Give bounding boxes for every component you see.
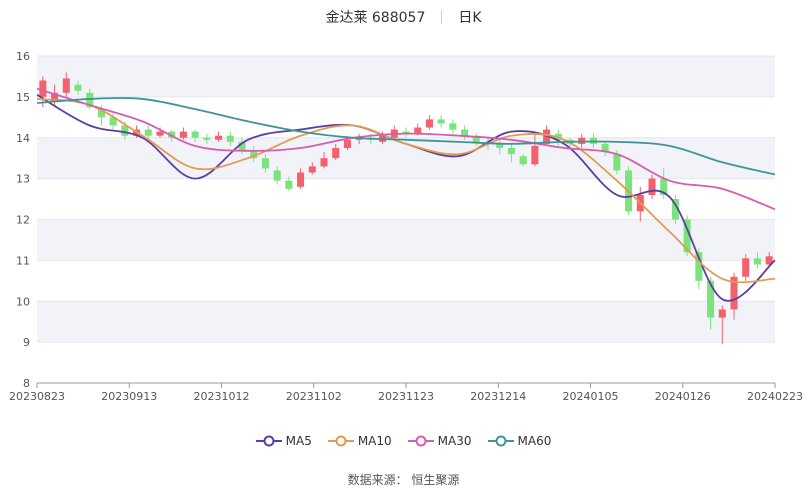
legend-ma10-icon	[327, 435, 354, 447]
candle-body	[332, 147, 340, 159]
candle-body	[308, 166, 316, 173]
x-tick-label: 20230823	[9, 390, 65, 403]
candle-body	[74, 84, 82, 91]
candle-body	[425, 119, 433, 128]
y-tick-label: 15	[16, 91, 30, 104]
y-tick-label: 12	[16, 214, 30, 227]
candle-body	[613, 154, 621, 171]
candle-body	[203, 137, 211, 140]
candle-body	[226, 135, 234, 142]
x-tick-label: 20230913	[101, 390, 157, 403]
candle-body	[156, 131, 164, 136]
candle-body	[343, 139, 351, 148]
y-tick-label: 16	[16, 50, 30, 63]
candle-body	[261, 158, 269, 169]
y-tick-label: 14	[16, 132, 30, 145]
legend: MA5 MA10 MA30 MA60	[0, 434, 807, 448]
candle-body	[179, 131, 187, 138]
candle-body	[449, 123, 457, 130]
data-source: 数据来源： 恒生聚源	[347, 473, 460, 487]
candle-body	[753, 258, 761, 265]
candle-body	[273, 170, 281, 181]
candle-body	[531, 145, 539, 165]
candle-body	[320, 158, 328, 167]
legend-ma60-label: MA60	[517, 434, 552, 448]
candle-body	[215, 135, 223, 140]
y-tick-label: 9	[23, 336, 30, 349]
y-tick-label: 10	[16, 295, 30, 308]
x-tick-label: 20231214	[470, 390, 526, 403]
x-tick-label: 20240223	[747, 390, 803, 403]
candle-body	[507, 147, 515, 155]
candle-body	[707, 280, 715, 318]
legend-ma10-label: MA10	[357, 434, 392, 448]
legend-ma30-icon	[407, 435, 434, 447]
y-tick-label: 11	[16, 254, 30, 267]
legend-ma5-icon	[255, 435, 282, 447]
x-tick-label: 20240126	[655, 390, 711, 403]
x-tick-label: 20231123	[378, 390, 434, 403]
grid-band	[37, 56, 775, 97]
candle-body	[648, 178, 656, 195]
legend-ma30-label: MA30	[437, 434, 472, 448]
legend-ma60[interactable]: MA60	[487, 434, 552, 448]
candle-body	[718, 309, 726, 318]
x-tick-label: 20231102	[286, 390, 342, 403]
candle-body	[39, 80, 47, 97]
legend-ma10[interactable]: MA10	[327, 434, 392, 448]
candle-body	[437, 119, 445, 124]
legend-ma5[interactable]: MA5	[255, 434, 312, 448]
candlestick-chart: 8 9 10 11 12 13 14 15 16 20230823 20230913 20231012…	[9, 50, 803, 403]
candle-body	[297, 172, 305, 187]
grid-band	[37, 301, 775, 343]
x-tick-label: 20231012	[194, 390, 250, 403]
candle-body	[519, 156, 527, 165]
candle-body	[461, 129, 469, 136]
candle-body	[191, 131, 199, 138]
candle-body	[742, 258, 750, 277]
candle-body	[144, 129, 152, 136]
legend-ma60-icon	[487, 435, 514, 447]
legend-ma30[interactable]: MA30	[407, 434, 472, 448]
ma-line-ma5	[36, 94, 776, 302]
candle-body	[414, 127, 422, 134]
y-tick-label: 8	[23, 377, 30, 390]
legend-ma5-label: MA5	[285, 434, 312, 448]
y-tick-label: 13	[16, 173, 30, 186]
x-tick-label: 20240105	[563, 390, 619, 403]
candle-body	[62, 78, 70, 93]
candle-body	[285, 180, 293, 189]
